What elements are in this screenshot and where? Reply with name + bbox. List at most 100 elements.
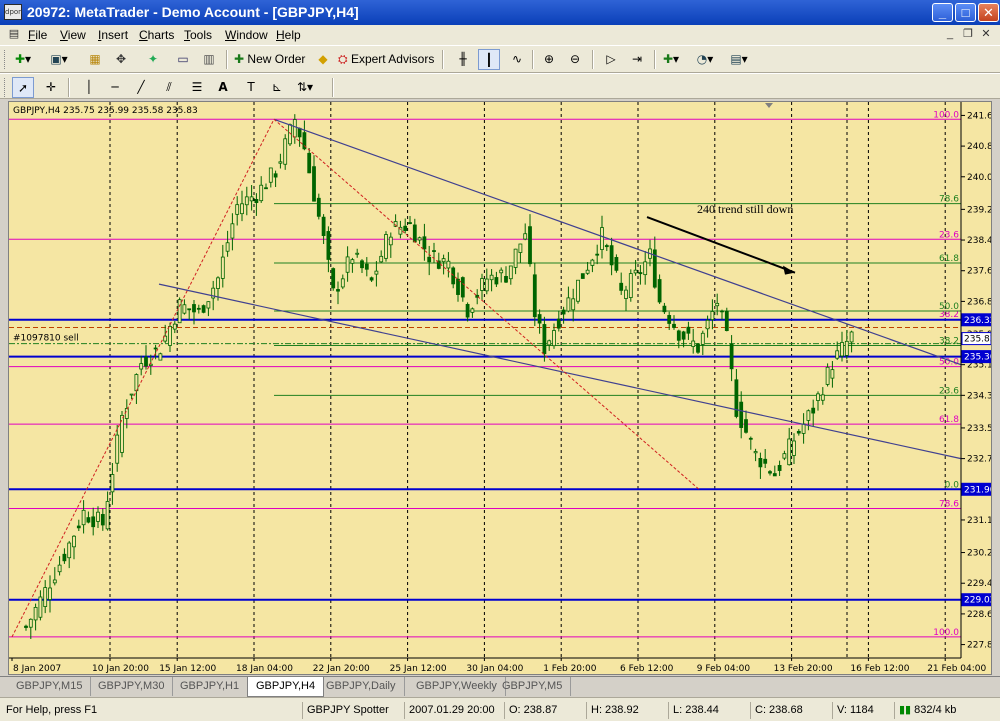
mdi-restore-icon[interactable]: ❐ <box>960 27 976 42</box>
vertical-line-button[interactable]: │ <box>78 77 100 98</box>
tab-gbpjpy-m30[interactable]: GBPJPY,M30 <box>90 677 174 696</box>
metaeditor-button[interactable]: ◆ <box>312 49 334 70</box>
candle-body <box>657 279 662 303</box>
tab-gbpjpy-daily[interactable]: GBPJPY,Daily <box>318 677 405 696</box>
periods-button[interactable]: ◔▾ <box>694 49 716 70</box>
candle-body <box>547 340 552 346</box>
title-bar[interactable]: dpon 20972: MetaTrader - Demo Account - … <box>0 0 1000 25</box>
candlestick-chart-button[interactable]: ┃ <box>478 49 500 70</box>
chart-canvas[interactable]: 100.023.650.061.878.6100.038.278.661.850… <box>9 102 991 674</box>
fibo-fan-button[interactable]: ⊾ <box>266 77 288 98</box>
bar-chart-icon: ╫ <box>459 52 467 66</box>
candle-body <box>96 511 100 522</box>
menu-insert[interactable]: Insert <box>98 28 128 42</box>
strategy-tester-button[interactable]: ▥ <box>198 49 220 70</box>
candle-body <box>667 315 672 324</box>
menu-tools[interactable]: Tools <box>184 28 212 42</box>
data-window-button[interactable]: ✥ <box>110 49 132 70</box>
candle-body <box>62 553 67 562</box>
crosshair-button[interactable]: ✛ <box>40 77 62 98</box>
line-chart-button[interactable]: ∿ <box>506 49 528 70</box>
tab-gbpjpy-h4[interactable]: GBPJPY,H4 <box>247 677 325 697</box>
auto-scroll-button[interactable]: ▷ <box>600 49 622 70</box>
fibo-upper-label: 23.6 <box>939 230 959 240</box>
expert-advisors-button[interactable]: ⛭ Expert Advisors <box>338 49 434 70</box>
indicators-button[interactable]: ✚▾ <box>660 49 682 70</box>
metatrader-window: dpon 20972: MetaTrader - Demo Account - … <box>0 0 1000 721</box>
fibo-upper-label: 100.0 <box>933 110 959 120</box>
channel-icon: ⫽ <box>166 80 172 94</box>
tab-gbpjpy-m5[interactable]: GBPJPY,M5 <box>494 677 572 696</box>
status-volume: V: 1184 <box>832 702 892 719</box>
zoom-in-button[interactable]: ⊕ <box>538 49 560 70</box>
toolbar-separator <box>442 50 444 69</box>
candle-body <box>388 236 393 246</box>
candle-body <box>307 152 312 174</box>
minimize-button[interactable]: _ <box>932 3 953 22</box>
candle-body <box>240 203 244 215</box>
trendline-button[interactable]: ╱ <box>130 77 152 98</box>
candle-body <box>494 277 499 285</box>
candle-body <box>28 618 33 628</box>
candle-body <box>297 127 302 138</box>
candle-body <box>729 343 734 370</box>
maximize-button[interactable]: □ <box>955 3 976 22</box>
mdi-minimize-icon[interactable]: _ <box>942 27 958 42</box>
x-tick-label: 15 Jan 12:00 <box>159 664 216 674</box>
candle-body <box>628 273 633 298</box>
zoom-in-icon: ⊕ <box>543 52 555 66</box>
connection-icon: ▮▮ <box>899 703 912 716</box>
templates-button[interactable]: ▤▾ <box>728 49 750 70</box>
document-icon[interactable]: ▤ <box>6 27 22 42</box>
profiles-button[interactable]: ▣▾ <box>48 49 70 70</box>
x-tick-label: 13 Feb 20:00 <box>774 664 833 674</box>
horizontal-line-button[interactable]: ─ <box>104 77 126 98</box>
candle-body <box>820 394 825 401</box>
cursor-icon: ➚ <box>17 81 29 95</box>
channel-button[interactable]: ⫽ <box>158 77 180 98</box>
tab-gbpjpy-h1[interactable]: GBPJPY,H1 <box>172 677 249 696</box>
candle-body <box>849 331 854 343</box>
x-tick-label: 9 Feb 04:00 <box>697 664 751 674</box>
terminal-button[interactable]: ▭ <box>172 49 194 70</box>
candle-body <box>787 438 792 466</box>
price-label: 235.36 <box>964 353 991 363</box>
close-button[interactable]: ✕ <box>978 3 999 22</box>
menu-help[interactable]: Help <box>276 28 301 42</box>
candle-body <box>33 606 38 621</box>
menu-file[interactable]: File <box>28 28 47 42</box>
zoom-out-button[interactable]: ⊖ <box>564 49 586 70</box>
navigator-button[interactable]: ✦ <box>142 49 164 70</box>
candle-body <box>825 366 830 385</box>
fibonacci-button[interactable]: ☰ <box>186 77 208 98</box>
candle-body <box>744 419 748 433</box>
tab-gbpjpy-weekly[interactable]: GBPJPY,Weekly <box>408 677 506 696</box>
chart-shift-button[interactable]: ⇥ <box>626 49 648 70</box>
menu-window[interactable]: Window <box>225 28 268 42</box>
candle-body <box>158 353 163 361</box>
bar-chart-button[interactable]: ╫ <box>452 49 474 70</box>
candle-body <box>566 297 571 312</box>
text-button[interactable]: A <box>212 77 234 98</box>
tab-gbpjpy-m15[interactable]: GBPJPY,M15 <box>8 677 92 696</box>
new-order-button[interactable]: ✚ New Order <box>234 49 305 70</box>
y-tick-label: 241.65 <box>967 111 991 121</box>
mdi-close-icon[interactable]: ✕ <box>978 27 994 42</box>
y-tick-label: 233.50 <box>967 424 991 434</box>
menu-view[interactable]: View <box>60 28 86 42</box>
chart-background <box>9 102 991 674</box>
candle-body <box>556 318 561 329</box>
candle-body <box>705 319 710 330</box>
text-label-button[interactable]: T <box>240 77 262 98</box>
cursor-button[interactable]: ➚ <box>12 77 34 98</box>
chart-window[interactable]: 100.0 23.6 50.0 61.8 78.6 100.0 38.2 78.6 61.8 50… <box>8 101 992 675</box>
candle-body <box>758 458 763 468</box>
candle-body <box>739 401 744 428</box>
candle-body <box>292 119 297 138</box>
fibonacci-icon: ☰ <box>191 80 203 94</box>
arrows-button[interactable]: ⇅▾ <box>294 77 316 98</box>
new-chart-button[interactable]: ✚▾ <box>12 49 34 70</box>
market-watch-button[interactable]: ▦ <box>84 49 106 70</box>
candle-body <box>235 204 240 215</box>
menu-charts[interactable]: Charts <box>139 28 174 42</box>
